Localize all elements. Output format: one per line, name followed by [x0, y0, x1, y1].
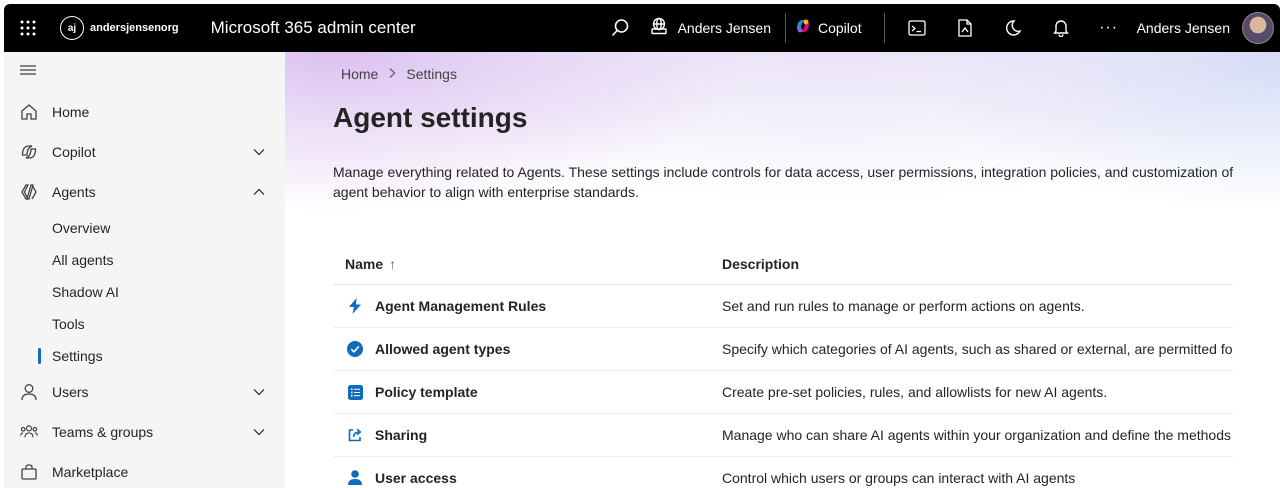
- breadcrumb: Home Settings: [341, 66, 457, 82]
- top-bar-actions: Anders Jensen Copilot ··· Anders Jensen: [596, 4, 1280, 52]
- main-content: Home Settings Agent settings Manage ever…: [285, 52, 1280, 488]
- app-launcher-icon[interactable]: [4, 4, 52, 52]
- app-window: aj andersjensenorg Microsoft 365 admin c…: [4, 4, 1280, 488]
- nav-item-label: Users: [52, 384, 89, 400]
- chevron-down-icon[interactable]: [252, 385, 266, 402]
- column-header-description[interactable]: Description: [710, 256, 799, 272]
- people-team-icon: [20, 423, 38, 441]
- nav-subitem-settings[interactable]: Settings: [4, 340, 285, 372]
- copilot-button[interactable]: Copilot: [794, 17, 862, 40]
- notifications-bell-icon[interactable]: [1037, 4, 1085, 52]
- table-row[interactable]: User access Control which users or group…: [333, 457, 1233, 488]
- nav-item-home[interactable]: Home: [4, 92, 285, 132]
- nav-item-label: Agents: [52, 184, 96, 200]
- row-description: Create pre-set policies, rules, and allo…: [722, 384, 1108, 400]
- chevron-up-icon[interactable]: [252, 185, 266, 202]
- nav-subitem-tools[interactable]: Tools: [4, 308, 285, 340]
- nav-item-label: Copilot: [52, 144, 96, 160]
- breadcrumb-home[interactable]: Home: [341, 66, 378, 82]
- account-button[interactable]: Anders Jensen: [1137, 12, 1280, 44]
- nav-item-copilot[interactable]: Copilot: [4, 132, 285, 172]
- dark-mode-icon[interactable]: [989, 4, 1037, 52]
- divider: [785, 13, 786, 43]
- tenant-switcher[interactable]: Anders Jensen: [650, 17, 771, 40]
- person-icon: [347, 470, 363, 486]
- column-header-name[interactable]: Name ↑: [333, 256, 710, 272]
- left-nav: Home Copilot Agents Overview All agents …: [4, 52, 285, 488]
- share-icon: [347, 427, 363, 443]
- nav-item-users[interactable]: Users: [4, 372, 285, 412]
- nav-subitem-all-agents[interactable]: All agents: [4, 244, 285, 276]
- page-title: Agent settings: [333, 102, 528, 133]
- copilot-outline-icon: [20, 143, 38, 161]
- table-header: Name ↑ Description: [333, 243, 1233, 285]
- sort-ascending-icon: ↑: [389, 255, 397, 272]
- header-gradient: [285, 52, 1280, 262]
- breadcrumb-current: Settings: [406, 66, 457, 82]
- org-branding[interactable]: aj andersjensenorg: [60, 16, 179, 40]
- table-row[interactable]: Sharing Manage who can share AI agents w…: [333, 414, 1233, 457]
- chevron-right-icon: [388, 67, 396, 82]
- check-circle-icon: [347, 341, 363, 357]
- shopping-bag-icon: [20, 463, 38, 481]
- row-description: Manage who can share AI agents within yo…: [722, 427, 1231, 443]
- user-name: Anders Jensen: [1136, 20, 1230, 36]
- nav-item-label: Home: [52, 104, 90, 120]
- search-icon[interactable]: [596, 4, 644, 52]
- nav-item-teams-groups[interactable]: Teams & groups: [4, 412, 285, 452]
- tenant-label: Anders Jensen: [677, 20, 771, 36]
- person-icon: [20, 383, 38, 401]
- row-name-link[interactable]: Allowed agent types: [375, 341, 510, 357]
- document-sync-icon[interactable]: [941, 4, 989, 52]
- nav-subitem-shadow-ai[interactable]: Shadow AI: [4, 276, 285, 308]
- divider: [883, 13, 885, 43]
- table-row[interactable]: Policy template Create pre-set policies,…: [333, 371, 1233, 414]
- settings-table: Name ↑ Description Agent Management Rule…: [333, 243, 1233, 488]
- app-title[interactable]: Microsoft 365 admin center: [211, 18, 416, 38]
- table-row[interactable]: Agent Management Rules Set and run rules…: [333, 285, 1233, 328]
- nav-item-label: Teams & groups: [52, 424, 154, 440]
- row-description: Set and run rules to manage or perform a…: [722, 298, 1085, 314]
- nav-item-marketplace[interactable]: Marketplace: [4, 452, 285, 488]
- org-logo: aj: [60, 16, 84, 40]
- row-description: Specify which categories of AI agents, s…: [722, 341, 1233, 357]
- top-bar: aj andersjensenorg Microsoft 365 admin c…: [4, 4, 1280, 52]
- table-row[interactable]: Allowed agent types Specify which catego…: [333, 328, 1233, 371]
- avatar: [1242, 12, 1274, 44]
- org-name: andersjensenorg: [90, 22, 179, 34]
- row-name-link[interactable]: User access: [375, 470, 457, 486]
- agents-icon: [20, 183, 38, 201]
- copilot-icon: [794, 17, 812, 40]
- more-options-icon[interactable]: ···: [1085, 4, 1133, 52]
- bolt-icon: [347, 298, 363, 314]
- row-name-link[interactable]: Sharing: [375, 427, 427, 443]
- nav-collapse-button[interactable]: [4, 52, 285, 92]
- row-name-link[interactable]: Policy template: [375, 384, 478, 400]
- chevron-down-icon[interactable]: [252, 425, 266, 442]
- page-description: Manage everything related to Agents. The…: [333, 164, 1234, 200]
- nav-item-agents[interactable]: Agents: [4, 172, 285, 212]
- chevron-down-icon[interactable]: [252, 145, 266, 162]
- row-name-link[interactable]: Agent Management Rules: [375, 298, 546, 314]
- row-description: Control which users or groups can intera…: [722, 470, 1076, 486]
- list-icon: [347, 384, 363, 400]
- globe-building-icon: [650, 17, 668, 40]
- copilot-label: Copilot: [818, 20, 862, 36]
- terminal-icon[interactable]: [893, 4, 941, 52]
- nav-item-label: Marketplace: [52, 464, 129, 480]
- home-icon: [20, 103, 38, 121]
- nav-subitem-overview[interactable]: Overview: [4, 212, 285, 244]
- hamburger-icon: [20, 63, 36, 81]
